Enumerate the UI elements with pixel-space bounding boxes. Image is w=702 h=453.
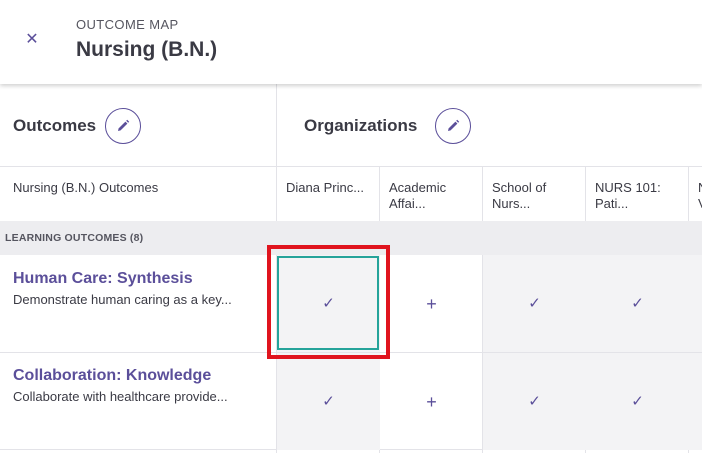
plus-icon: + — [426, 293, 437, 314]
org-column-label: NURS 101: — [595, 180, 661, 195]
group-label: LEARNING OUTCOMES (8) — [5, 232, 144, 244]
org-column-header[interactable]: NURS 101: Pati... — [586, 166, 688, 221]
org-column-header[interactable]: School of Nurs... — [483, 166, 585, 221]
outcome-description: Collaborate with healthcare provide... — [13, 389, 228, 404]
map-cell[interactable]: ✓ — [586, 353, 689, 450]
map-cell[interactable]: ✓ — [483, 255, 586, 352]
map-cell[interactable]: ✓ — [586, 255, 689, 352]
outcomes-column-header: Nursing (B.N.) Outcomes — [13, 180, 159, 195]
org-column-label: Affai... — [389, 196, 426, 211]
cell-focus-ring — [277, 256, 379, 350]
group-row: LEARNING OUTCOMES (8) — [0, 221, 702, 255]
org-column-label: V — [698, 196, 702, 212]
org-column-header[interactable]: Academic Affai... — [380, 166, 482, 221]
org-column-header[interactable]: Diana Princ... — [277, 166, 379, 221]
pencil-icon — [118, 119, 130, 131]
outcome-title[interactable]: Collaboration: Knowledge — [13, 367, 211, 385]
map-cell[interactable]: + — [380, 255, 483, 352]
org-column-label: Academic — [389, 180, 447, 195]
org-column-label: Diana Princ... — [286, 180, 365, 195]
map-cell[interactable]: + — [380, 353, 483, 450]
pencil-icon — [448, 119, 460, 131]
map-cell[interactable] — [689, 255, 702, 352]
check-icon: ✓ — [528, 295, 541, 312]
check-icon: ✓ — [631, 393, 644, 410]
organizations-section-title: Organizations — [304, 116, 418, 135]
map-cell[interactable]: ✓ — [483, 353, 586, 450]
outcome-title[interactable]: Human Care: Synthesis — [13, 270, 193, 288]
close-icon[interactable]: ✕ — [22, 30, 42, 50]
org-column-label: N — [698, 180, 702, 196]
check-icon: ✓ — [528, 393, 541, 410]
org-column-label: School of — [492, 180, 547, 195]
plus-icon: + — [426, 391, 437, 412]
page-eyebrow: OUTCOME MAP — [76, 17, 179, 32]
map-cell[interactable]: ✓ — [277, 353, 380, 450]
edit-organizations-button[interactable] — [435, 108, 471, 144]
map-cell[interactable] — [689, 353, 702, 450]
page-title: Nursing (B.N.) — [76, 38, 218, 61]
outcomes-section-title: Outcomes — [13, 116, 97, 135]
edit-outcomes-button[interactable] — [105, 108, 141, 144]
outcome-map-header: ✕ OUTCOME MAP Nursing (B.N.) — [0, 0, 702, 84]
outcome-description: Demonstrate human caring as a key... — [13, 292, 232, 307]
org-column-label: Nurs... — [492, 196, 531, 211]
check-icon: ✓ — [631, 295, 644, 312]
check-icon: ✓ — [322, 393, 335, 410]
org-column-header[interactable]: N V — [689, 166, 702, 221]
org-column-label: Pati... — [595, 196, 629, 211]
